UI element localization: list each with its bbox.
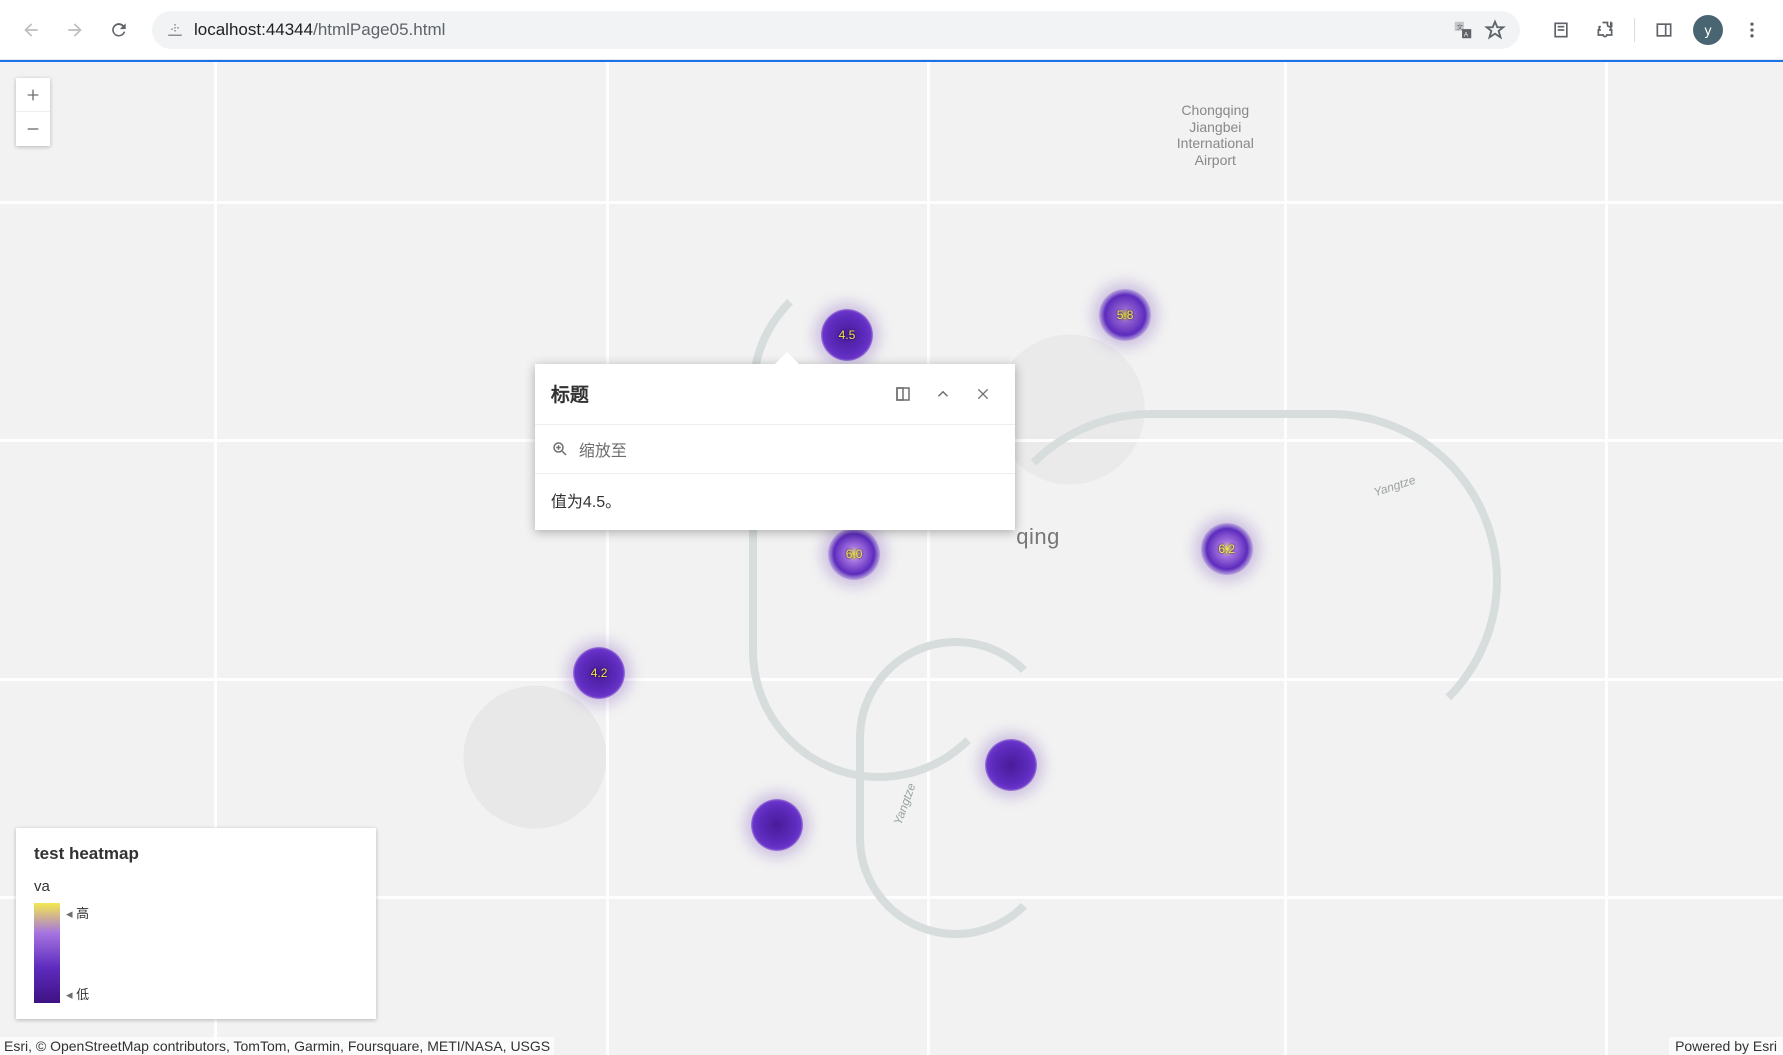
kebab-icon <box>1742 20 1762 40</box>
zoom-out-button[interactable] <box>16 112 50 146</box>
side-panel-button[interactable] <box>1645 11 1683 49</box>
svg-text:文: 文 <box>1457 22 1464 31</box>
close-icon <box>975 386 991 402</box>
reload-button[interactable] <box>100 11 138 49</box>
reading-list-icon <box>1551 20 1571 40</box>
map-frame: qing Chongqing Jiangbei International Ai… <box>0 60 1783 1055</box>
legend-field: va <box>34 878 358 895</box>
arrow-right-icon <box>65 20 85 40</box>
puzzle-icon <box>1595 20 1615 40</box>
legend-ramp-bar <box>34 903 60 1003</box>
legend-title: test heatmap <box>34 844 358 864</box>
toolbar-divider <box>1634 18 1635 42</box>
popup-header: 标题 <box>535 364 1015 425</box>
plus-icon <box>25 87 41 103</box>
feature-popup: 标题 缩放至 值为4.5。 <box>535 364 1015 530</box>
map-viewport[interactable]: qing Chongqing Jiangbei International Ai… <box>0 62 1783 1055</box>
arrow-left-icon <box>21 20 41 40</box>
avatar: y <box>1693 15 1723 45</box>
profile-button[interactable]: y <box>1689 11 1727 49</box>
attribution-right[interactable]: Powered by Esri <box>1669 1037 1783 1055</box>
city-label: qing <box>1016 524 1060 550</box>
zoom-control <box>16 78 50 146</box>
popup-collapse-button[interactable] <box>927 378 959 410</box>
browser-toolbar: localhost:44344/htmlPage05.html 文A y <box>0 0 1783 60</box>
zoom-in-button[interactable] <box>16 78 50 112</box>
airport-label: Chongqing Jiangbei International Airport <box>1177 102 1254 169</box>
popup-title: 标题 <box>551 380 879 407</box>
heat-point-value: 4.5 <box>839 328 856 342</box>
heat-point-value: 4.2 <box>591 666 608 680</box>
attribution-left: Esri, © OpenStreetMap contributors, TomT… <box>0 1037 554 1055</box>
popup-zoom-to-label: 缩放至 <box>579 437 627 461</box>
legend: test heatmap va 高 低 <box>16 828 376 1019</box>
legend-ramp: 高 低 <box>34 903 358 1003</box>
zoom-in-magnifier-icon <box>551 440 569 458</box>
heat-point[interactable]: 5.8 <box>1099 289 1151 341</box>
heat-point[interactable]: 4.2 <box>573 647 625 699</box>
minus-icon <box>25 121 41 137</box>
legend-low-label: 低 <box>66 984 89 1003</box>
popup-content: 值为4.5。 <box>535 474 1015 530</box>
side-panel-icon <box>1654 20 1674 40</box>
heat-point-value: 6.0 <box>846 547 863 561</box>
heat-point-value: 6.2 <box>1218 542 1235 556</box>
dock-icon <box>894 385 912 403</box>
heat-point[interactable]: 6.2 <box>1201 523 1253 575</box>
translate-icon[interactable]: 文A <box>1452 19 1474 41</box>
popup-zoom-to[interactable]: 缩放至 <box>535 425 1015 474</box>
popup-close-button[interactable] <box>967 378 999 410</box>
heat-point[interactable]: 4.5 <box>821 309 873 361</box>
forward-button[interactable] <box>56 11 94 49</box>
back-button[interactable] <box>12 11 50 49</box>
site-info-icon[interactable] <box>166 21 184 39</box>
heat-point[interactable] <box>985 739 1037 791</box>
reading-list-button[interactable] <box>1542 11 1580 49</box>
menu-button[interactable] <box>1733 11 1771 49</box>
extensions-button[interactable] <box>1586 11 1624 49</box>
chevron-up-icon <box>934 385 952 403</box>
heat-point[interactable]: 6.0 <box>828 528 880 580</box>
heat-point-value: 5.8 <box>1117 308 1134 322</box>
popup-dock-button[interactable] <box>887 378 919 410</box>
popup-arrow <box>775 352 799 364</box>
svg-text:A: A <box>1464 31 1469 38</box>
legend-high-label: 高 <box>66 903 89 922</box>
bookmark-star-icon[interactable] <box>1484 19 1506 41</box>
address-bar[interactable]: localhost:44344/htmlPage05.html 文A <box>152 11 1520 49</box>
reload-icon <box>109 20 129 40</box>
heat-point[interactable] <box>751 799 803 851</box>
url-text: localhost:44344/htmlPage05.html <box>194 20 1442 40</box>
